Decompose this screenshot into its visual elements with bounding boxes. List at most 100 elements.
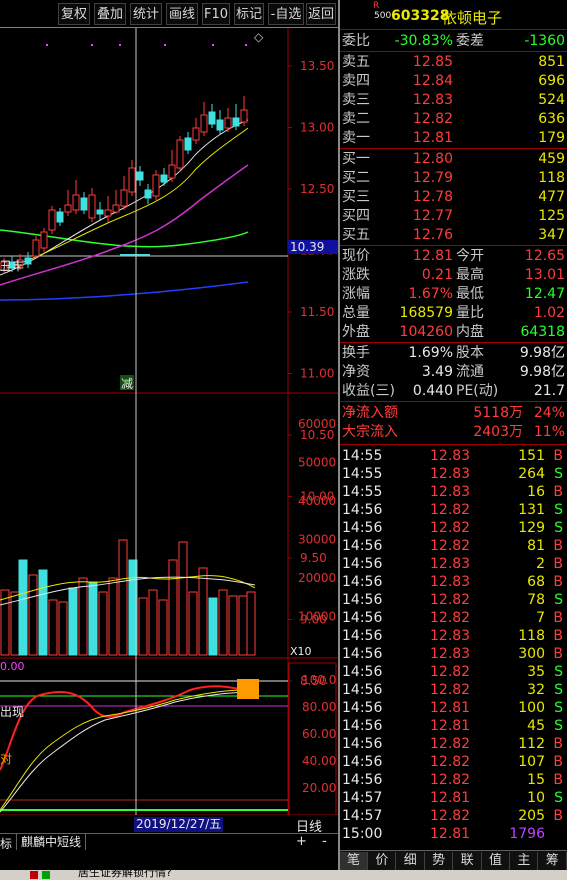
kline-chart[interactable]: ◇ 13.5013.0012.5012.0011.5011.0010.5010.… — [0, 28, 338, 843]
quote-tab[interactable]: 值 — [482, 852, 510, 870]
tick-row: 14:56 12.82 7 B — [340, 609, 567, 627]
quote-tab[interactable]: 价 — [368, 852, 397, 870]
quote-tab[interactable]: 主 — [510, 852, 539, 870]
tick-side: S — [554, 664, 563, 680]
tick-time: 14:56 — [342, 610, 383, 626]
tick-side: B — [553, 772, 563, 788]
status-icon-red — [30, 871, 38, 879]
quote-tabs: 笔价细势联值主筹 — [340, 850, 567, 870]
tick-price: 12.82 — [430, 520, 471, 536]
tick-price: 12.83 — [430, 574, 471, 590]
price-axis-ticks: 13.5013.0012.5012.0011.5011.0010.5010.00… — [288, 59, 334, 688]
book-price: 12.78 — [412, 189, 453, 205]
tick-row: 14:56 12.83 118 B — [340, 627, 567, 645]
quote-label: 现价 — [342, 248, 370, 264]
weibi-value: -30.83% — [394, 33, 453, 49]
zoom-out-button[interactable]: - — [322, 834, 327, 849]
bid-row[interactable]: 买一 12.80 459 — [340, 150, 567, 169]
quote-tab[interactable]: 筹 — [539, 852, 567, 870]
zoom-in-button[interactable]: + — [296, 834, 307, 849]
indicator-tab-qilin[interactable]: 麒麟中短线 — [16, 834, 87, 850]
candlesticks — [0, 96, 248, 274]
quote-value: 12.65 — [524, 248, 565, 264]
date-strip: 2019/12/27/五 日线 — [0, 815, 338, 835]
indicator-tick: 100.0 — [302, 673, 336, 687]
flow-percent: 24% — [533, 405, 565, 421]
diamond-icon[interactable]: ◇ — [254, 30, 264, 44]
volume-tick: 10000 — [298, 610, 336, 624]
book-price: 12.82 — [412, 111, 453, 127]
book-level-label: 卖一 — [342, 130, 370, 146]
quote-tab[interactable]: 联 — [454, 852, 482, 870]
bid-row[interactable]: 买三 12.78 477 — [340, 188, 567, 207]
tick-price: 12.82 — [430, 610, 471, 626]
book-level-label: 买二 — [342, 170, 370, 186]
status-icon-green — [42, 871, 50, 879]
tick-side: B — [553, 538, 563, 554]
flow-percent: 11% — [533, 424, 565, 440]
ask-row[interactable]: 卖二 12.82 636 — [340, 110, 567, 129]
tick-time: 14:56 — [342, 682, 383, 698]
indicator-tick: 80.00 — [302, 700, 336, 714]
toolbar-overlay-button[interactable]: 叠加 — [94, 3, 126, 25]
weibi-label: 委比 — [342, 33, 370, 49]
tick-row: 14:56 12.82 131 S — [340, 501, 567, 519]
book-level-label: 买三 — [342, 189, 370, 205]
quote-tab[interactable]: 势 — [425, 852, 454, 870]
tick-side: S — [554, 682, 563, 698]
quote-tab[interactable]: 细 — [397, 852, 425, 870]
toolbar-stats-button[interactable]: 统计 — [130, 3, 162, 25]
flow-value: 2403万 — [473, 424, 523, 440]
quote-row: 外盘 104260 内盘 64318 — [340, 323, 567, 342]
bid-row[interactable]: 买五 12.76 347 — [340, 226, 567, 245]
tick-time: 14:56 — [342, 628, 383, 644]
tick-price: 12.81 — [430, 700, 471, 716]
tick-row: 14:56 12.82 15 B — [340, 771, 567, 789]
tick-price: 12.82 — [430, 808, 471, 824]
toolbar-watchlist-button[interactable]: -自选 — [268, 3, 304, 25]
tick-row: 14:56 12.81 100 S — [340, 699, 567, 717]
quote-value: 13.01 — [524, 267, 565, 283]
tick-volume: 205 — [518, 808, 545, 824]
bid-row[interactable]: 买四 12.77 125 — [340, 207, 567, 226]
ask-row[interactable]: 卖三 12.83 524 — [340, 91, 567, 110]
fundamental-label: 股本 — [456, 345, 484, 361]
tick-volume: 131 — [518, 502, 545, 518]
ask-row[interactable]: 卖四 12.84 696 — [340, 72, 567, 91]
book-price: 12.80 — [412, 151, 453, 167]
tick-side: B — [553, 556, 563, 572]
toolbar-back-button[interactable]: 返回 — [306, 3, 336, 25]
tick-price: 12.82 — [430, 502, 471, 518]
tick-side: B — [553, 448, 563, 464]
book-volume: 851 — [538, 54, 565, 70]
book-volume: 347 — [538, 227, 565, 243]
toolbar-mark-button[interactable]: 标记 — [234, 3, 264, 25]
tick-row: 14:55 12.83 151 B — [340, 447, 567, 465]
tick-time: 14:55 — [342, 466, 383, 482]
quote-label: 内盘 — [456, 324, 484, 340]
tick-volume: 2 — [536, 556, 545, 572]
flow-label: 净流入额 — [342, 405, 398, 421]
tick-row: 15:00 12.81 1796 — [340, 825, 567, 843]
app-window: 复权 叠加 统计 画线 F10 标记 -自选 返回 ◇ 13.50 13.00 12… — [0, 0, 567, 880]
fundamental-row: 换手 1.69% 股本 9.98亿 — [340, 344, 567, 363]
jian-marker: 减 — [121, 377, 133, 391]
indicator-value: 0.00 — [0, 660, 25, 673]
tick-side: B — [553, 574, 563, 590]
ask-row[interactable]: 卖五 12.85 851 — [340, 53, 567, 72]
toolbar-f10-button[interactable]: F10 — [202, 3, 230, 25]
book-volume: 696 — [538, 73, 565, 89]
fundamental-row: 收益(三) 0.440 PE(动) 21.7 — [340, 382, 567, 401]
tick-side: S — [554, 520, 563, 536]
ask-row[interactable]: 卖一 12.81 179 — [340, 129, 567, 148]
toolbar-draw-button[interactable]: 画线 — [166, 3, 198, 25]
ma-blue-line — [0, 281, 249, 301]
tick-volume: 68 — [527, 574, 545, 590]
tick-row: 14:56 12.83 68 B — [340, 573, 567, 591]
quote-tab[interactable]: 笔 — [340, 852, 368, 870]
ind-white-line — [0, 691, 246, 813]
tick-side: S — [554, 718, 563, 734]
toolbar-fuquan-button[interactable]: 复权 — [58, 3, 90, 25]
stock-header: R 500 603328 依顿电子 — [340, 0, 567, 30]
bid-row[interactable]: 买二 12.79 118 — [340, 169, 567, 188]
